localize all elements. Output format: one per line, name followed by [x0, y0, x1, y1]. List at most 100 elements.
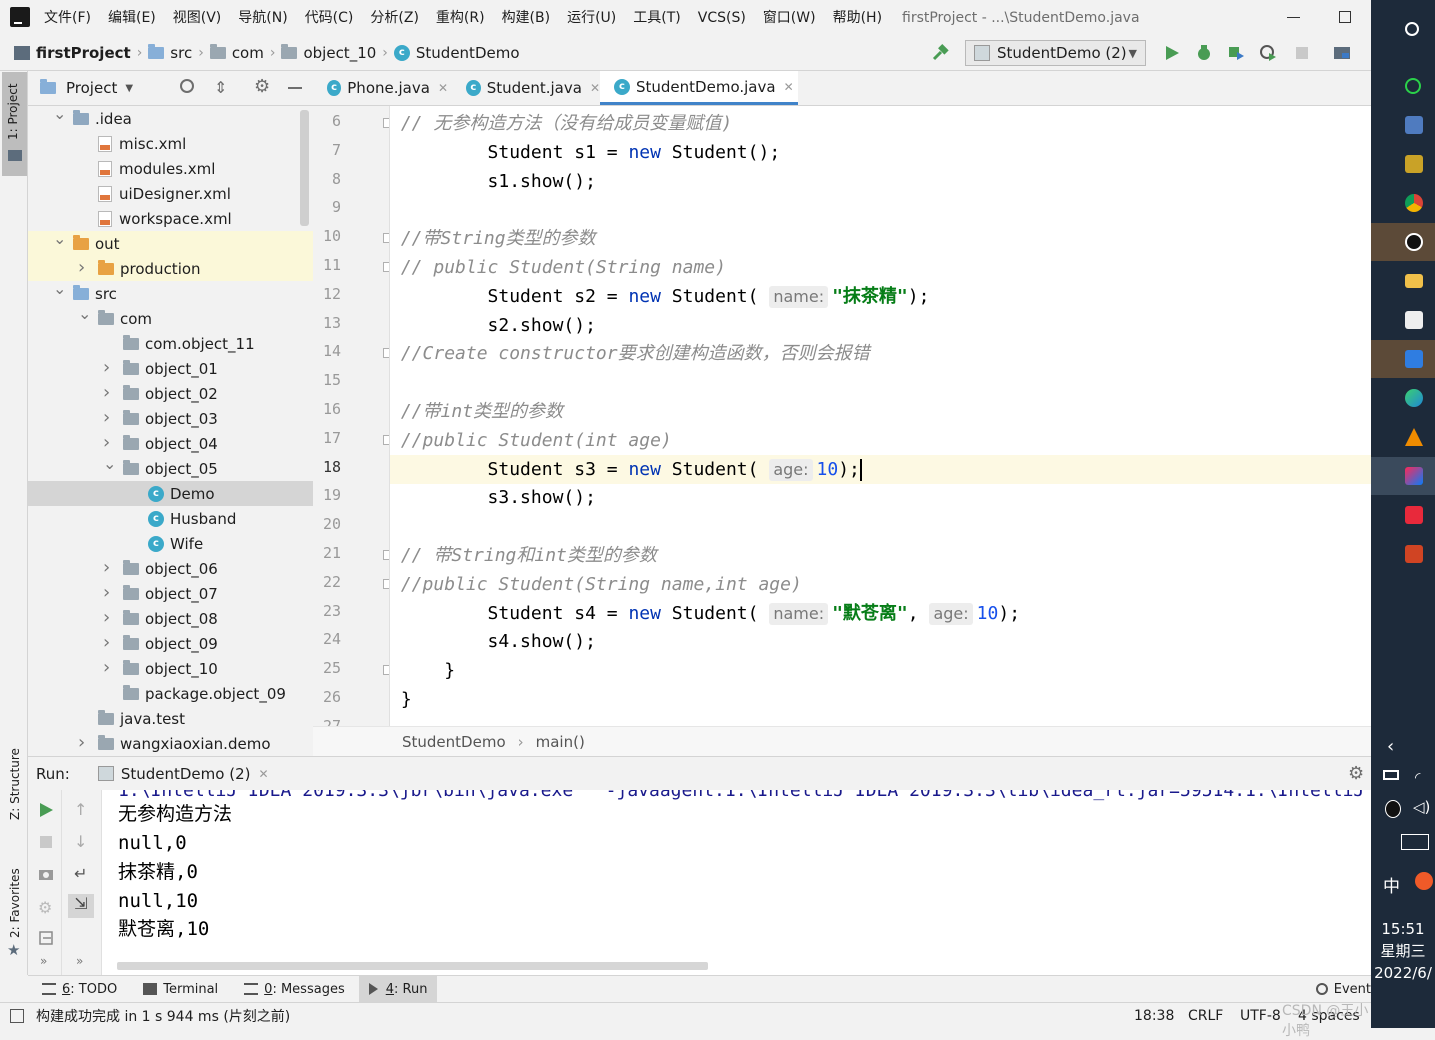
breadcrumb-project[interactable]: firstProject ›: [14, 44, 142, 62]
taskbar-app-edge[interactable]: [1371, 379, 1435, 417]
tab-student-java[interactable]: c Student.java ✕: [452, 71, 600, 105]
tree-item[interactable]: › object_01: [28, 356, 313, 381]
keyboard-icon[interactable]: [1401, 834, 1429, 850]
vtab-project-label[interactable]: 1: Project: [6, 83, 20, 140]
profile-icon[interactable]: [1259, 44, 1277, 62]
chevron-right-icon[interactable]: ›: [103, 632, 110, 653]
tree-item[interactable]: modules.xml: [28, 156, 313, 181]
tool-run[interactable]: 4: Run: [358, 976, 438, 1002]
code-line[interactable]: Student s2 = new Student( name: "抹茶精");: [390, 282, 1371, 311]
tree-item[interactable]: java.test: [28, 706, 313, 731]
tree-item[interactable]: › object_10: [28, 656, 313, 681]
caret-position[interactable]: 18:38: [1134, 1008, 1174, 1024]
tree-item[interactable]: › object_06: [28, 556, 313, 581]
tree-item[interactable]: › object_04: [28, 431, 313, 456]
tree-item[interactable]: › object_03: [28, 406, 313, 431]
code-line[interactable]: Student s4 = new Student( name: "默苍离", ag…: [390, 599, 1371, 628]
taskbar-app-chrome[interactable]: [1371, 184, 1435, 222]
tree-item[interactable]: workspace.xml: [28, 206, 313, 231]
tree-item[interactable]: › object_07: [28, 581, 313, 606]
close-icon[interactable]: ✕: [784, 80, 794, 94]
exit-icon[interactable]: [38, 930, 54, 946]
network-icon[interactable]: [1383, 770, 1399, 780]
sogou-icon[interactable]: [1415, 872, 1433, 890]
qq-tray-icon[interactable]: [1385, 800, 1401, 818]
taskbar-app-xmind[interactable]: [1371, 496, 1435, 534]
camera-icon[interactable]: [38, 866, 54, 882]
menu-item[interactable]: 视图(V): [173, 0, 222, 36]
code-line[interactable]: Student s3 = new Student( age: 10);: [390, 454, 1371, 484]
code-line[interactable]: // 无参构造方法（没有给成员变量赋值): [390, 109, 1371, 138]
tree-item[interactable]: ⌄ com: [28, 304, 313, 331]
taskbar-app-powerpoint[interactable]: [1371, 535, 1435, 573]
fold-marker-icon[interactable]: [383, 118, 389, 128]
cortana-icon[interactable]: [1405, 78, 1421, 94]
maximize-icon[interactable]: [1339, 11, 1351, 23]
tree-item[interactable]: › object_09: [28, 631, 313, 656]
locate-icon[interactable]: [180, 79, 194, 93]
scroll-to-end-icon[interactable]: ⇲: [68, 894, 94, 918]
code-editor[interactable]: // 无参构造方法（没有给成员变量赋值) Student s1 = new St…: [390, 106, 1371, 726]
hide-panel-icon[interactable]: [288, 87, 302, 89]
code-line[interactable]: s2.show();: [390, 311, 1371, 340]
chevron-right-icon[interactable]: ›: [78, 732, 85, 753]
project-view-selector[interactable]: Project: [66, 79, 117, 97]
code-line[interactable]: // 带String和int类型的参数: [390, 541, 1371, 570]
breadcrumb-com[interactable]: com ›: [209, 44, 275, 62]
settings-cog-icon[interactable]: ⚙: [38, 898, 54, 917]
chevron-right-icon[interactable]: ›: [103, 407, 110, 428]
close-icon[interactable]: ✕: [590, 81, 600, 95]
taskbar-app-explorer[interactable]: [1371, 262, 1435, 300]
fold-marker-icon[interactable]: [383, 348, 389, 359]
tool-event-log[interactable]: Event: [1315, 982, 1371, 997]
tree-item[interactable]: misc.xml: [28, 131, 313, 156]
tree-item[interactable]: c Husband: [28, 506, 313, 531]
tree-item[interactable]: ⌄ out: [28, 229, 313, 256]
code-line[interactable]: s1.show();: [390, 167, 1371, 196]
taskbar-app-store[interactable]: [1371, 145, 1435, 183]
code-line[interactable]: //public Student(int age): [390, 426, 1371, 455]
code-line[interactable]: //Create constructor要求创建构造函数，否则会报错: [390, 339, 1371, 368]
code-line[interactable]: [390, 195, 1371, 224]
tree-item[interactable]: uiDesigner.xml: [28, 181, 313, 206]
ime-indicator[interactable]: 中: [1383, 872, 1400, 897]
menu-item[interactable]: 运行(U): [567, 0, 616, 36]
fold-marker-icon[interactable]: [383, 233, 389, 244]
tree-item[interactable]: ⌄ object_05: [28, 454, 313, 481]
vtab-structure-label[interactable]: Z: Structure: [8, 748, 22, 820]
tree-item[interactable]: ⌄ src: [28, 279, 313, 306]
fold-marker-icon[interactable]: [383, 262, 389, 272]
chevron-right-icon[interactable]: ›: [103, 607, 110, 628]
project-structure-icon[interactable]: [1333, 44, 1351, 62]
speaker-icon[interactable]: ◁): [1413, 798, 1430, 816]
chevron-right-icon[interactable]: ›: [103, 382, 110, 403]
tree-item[interactable]: ⌄ .idea: [28, 106, 313, 131]
tab-phone-java[interactable]: c Phone.java ✕: [313, 71, 448, 105]
tree-item[interactable]: package.object_09: [28, 681, 313, 706]
chevron-right-icon[interactable]: ›: [103, 432, 110, 453]
menu-item[interactable]: 代码(C): [305, 0, 354, 36]
menu-item[interactable]: 构建(B): [502, 0, 551, 36]
breadcrumb-method[interactable]: main(): [536, 733, 585, 751]
menu-item[interactable]: VCS(S): [698, 0, 746, 36]
console-horizontal-scrollbar[interactable]: [117, 962, 708, 970]
chevron-right-icon[interactable]: ›: [103, 557, 110, 578]
code-line[interactable]: }: [390, 685, 1371, 714]
project-tree-scrollbar[interactable]: [300, 110, 309, 226]
chevron-right-icon[interactable]: ›: [103, 657, 110, 678]
tree-item[interactable]: › object_08: [28, 606, 313, 631]
minimize-icon[interactable]: [1287, 17, 1300, 18]
tool-todo[interactable]: 6: TODO: [42, 982, 117, 997]
gear-icon[interactable]: ⚙: [1348, 763, 1364, 784]
arrow-up-icon[interactable]: ↑: [74, 800, 90, 819]
chevron-down-icon[interactable]: ⌄: [53, 279, 66, 298]
breadcrumb-class[interactable]: StudentDemo: [402, 733, 506, 751]
arrow-down-icon[interactable]: ↓: [74, 832, 90, 851]
tree-item[interactable]: › object_02: [28, 381, 313, 406]
file-encoding[interactable]: UTF-8: [1240, 1008, 1281, 1024]
menu-item[interactable]: 编辑(E): [108, 0, 156, 36]
menu-item[interactable]: 重构(R): [436, 0, 485, 36]
run-icon[interactable]: [1163, 44, 1181, 62]
soft-wrap-icon[interactable]: ↵: [74, 864, 90, 883]
taskbar-app-feishu[interactable]: [1371, 340, 1435, 378]
